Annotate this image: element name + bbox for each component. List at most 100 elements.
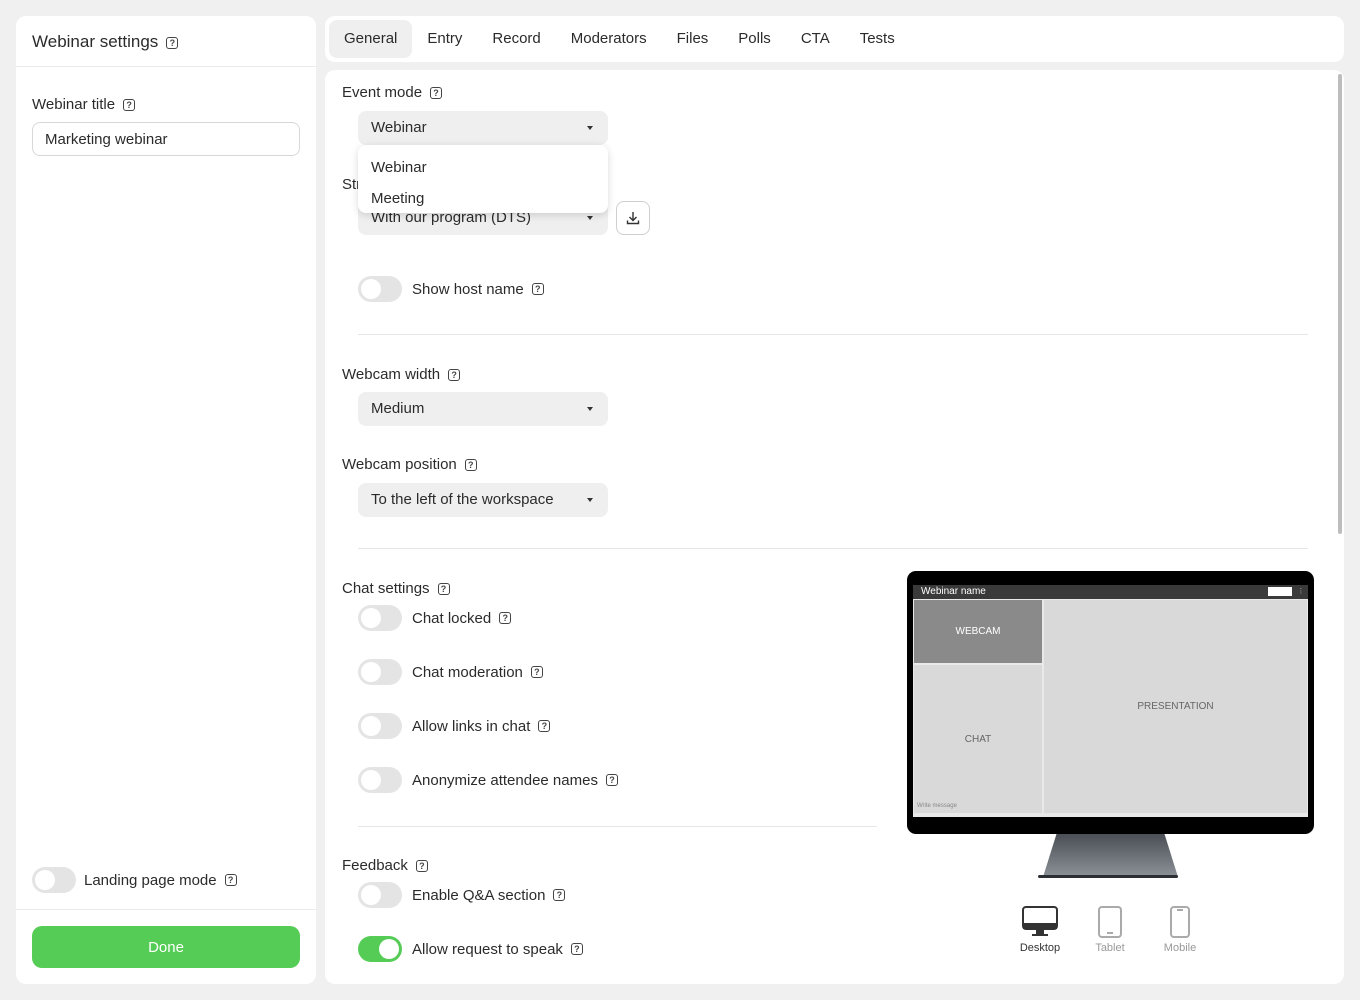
monitor-base bbox=[1038, 875, 1178, 878]
desktop-icon bbox=[1022, 906, 1058, 936]
event-mode-dropdown: Webinar Meeting bbox=[358, 145, 608, 213]
allow-links-label: Allow links in chat bbox=[412, 717, 531, 735]
help-icon[interactable]: ? bbox=[605, 774, 618, 786]
landing-page-mode-toggle[interactable] bbox=[32, 867, 76, 893]
landing-page-mode-row: Landing page mode? bbox=[32, 867, 237, 893]
webcam-width-select[interactable]: Medium bbox=[358, 392, 608, 426]
dropdown-option-webinar[interactable]: Webinar bbox=[358, 152, 608, 183]
device-desktop[interactable]: Desktop bbox=[1010, 906, 1070, 954]
webinar-title-label-row: Webinar title? bbox=[32, 96, 300, 113]
request-speak-label: Allow request to speak bbox=[412, 940, 563, 958]
allow-links-toggle[interactable] bbox=[358, 713, 402, 739]
device-desktop-label: Desktop bbox=[1019, 942, 1061, 954]
landing-page-mode-label: Landing page mode bbox=[84, 871, 217, 889]
chat-locked-toggle[interactable] bbox=[358, 605, 402, 631]
event-mode-label-row: Event mode? bbox=[342, 84, 443, 101]
help-icon[interactable]: ? bbox=[166, 36, 179, 49]
device-tablet[interactable]: Tablet bbox=[1080, 906, 1140, 954]
help-icon[interactable]: ? bbox=[499, 612, 512, 624]
webcam-position-label: Webcam position bbox=[342, 456, 457, 473]
help-icon[interactable]: ? bbox=[464, 459, 477, 472]
show-host-name-label: Show host name bbox=[412, 280, 524, 298]
page-title: Webinar settings bbox=[32, 32, 159, 51]
anonymize-row: Anonymize attendee names? bbox=[358, 767, 618, 793]
chat-locked-row: Chat locked? bbox=[358, 605, 512, 631]
caret-down-icon bbox=[587, 126, 593, 130]
tablet-icon bbox=[1098, 906, 1122, 938]
device-tablet-label: Tablet bbox=[1095, 942, 1125, 954]
settings-sidebar: Webinar settings? Webinar title? Landing… bbox=[16, 16, 316, 984]
caret-down-icon bbox=[587, 498, 593, 502]
tab-entry[interactable]: Entry bbox=[412, 20, 477, 58]
sidebar-divider bbox=[16, 909, 316, 910]
layout-preview-monitor: Webinar name ⋮ WEBCAM CHAT Write message… bbox=[907, 571, 1314, 834]
preview-webcam-pane: WEBCAM bbox=[914, 600, 1042, 663]
show-host-name-toggle[interactable] bbox=[358, 276, 402, 302]
webcam-position-value: To the left of the workspace bbox=[371, 491, 554, 508]
tab-polls[interactable]: Polls bbox=[723, 20, 786, 58]
webcam-width-label: Webcam width bbox=[342, 366, 441, 383]
webcam-position-label-row: Webcam position? bbox=[342, 456, 477, 473]
chat-moderation-row: Chat moderation? bbox=[358, 659, 543, 685]
help-icon[interactable]: ? bbox=[123, 99, 136, 112]
help-icon[interactable]: ? bbox=[570, 943, 583, 955]
preview-header-button bbox=[1268, 587, 1292, 596]
help-icon[interactable]: ? bbox=[430, 87, 443, 100]
event-mode-value: Webinar bbox=[371, 119, 427, 136]
chat-moderation-label: Chat moderation bbox=[412, 663, 523, 681]
allow-links-row: Allow links in chat? bbox=[358, 713, 551, 739]
preview-chat-pane: CHAT Write message bbox=[914, 665, 1042, 813]
preview-write-message: Write message bbox=[917, 803, 957, 809]
help-icon[interactable]: ? bbox=[531, 283, 544, 295]
preview-presentation-pane: PRESENTATION bbox=[1044, 600, 1307, 813]
mobile-icon bbox=[1170, 906, 1190, 938]
help-icon[interactable]: ? bbox=[415, 860, 428, 873]
webcam-position-select[interactable]: To the left of the workspace bbox=[358, 483, 608, 517]
help-icon[interactable]: ? bbox=[553, 889, 566, 901]
webcam-width-label-row: Webcam width? bbox=[342, 366, 461, 383]
webinar-title-label: Webinar title bbox=[32, 96, 116, 113]
enable-qa-toggle[interactable] bbox=[358, 882, 402, 908]
preview-chat-label: CHAT bbox=[964, 733, 992, 745]
preview-screen: Webinar name ⋮ WEBCAM CHAT Write message… bbox=[913, 585, 1308, 817]
enable-qa-label: Enable Q&A section bbox=[412, 886, 546, 904]
chat-moderation-toggle[interactable] bbox=[358, 659, 402, 685]
done-button[interactable]: Done bbox=[32, 926, 300, 968]
tab-general[interactable]: General bbox=[329, 20, 413, 58]
preview-webinar-name: Webinar name bbox=[913, 585, 1308, 599]
chat-locked-label: Chat locked bbox=[412, 609, 492, 627]
monitor-stand bbox=[1043, 834, 1178, 877]
device-mobile[interactable]: Mobile bbox=[1150, 906, 1210, 954]
feedback-label: Feedback bbox=[342, 857, 408, 874]
webinar-title-input[interactable] bbox=[32, 122, 300, 156]
preview-menu-icon: ⋮ bbox=[1297, 588, 1305, 595]
download-button[interactable] bbox=[616, 201, 650, 235]
dropdown-option-meeting[interactable]: Meeting bbox=[358, 183, 608, 214]
anonymize-toggle[interactable] bbox=[358, 767, 402, 793]
settings-tabs: General Entry Record Moderators Files Po… bbox=[325, 16, 1344, 62]
help-icon[interactable]: ? bbox=[530, 666, 543, 678]
divider bbox=[358, 334, 1308, 335]
event-mode-select[interactable]: Webinar bbox=[358, 111, 608, 145]
tab-moderators[interactable]: Moderators bbox=[556, 20, 662, 58]
caret-down-icon bbox=[587, 216, 593, 220]
tab-files[interactable]: Files bbox=[662, 20, 724, 58]
divider bbox=[358, 548, 1308, 549]
anonymize-label: Anonymize attendee names bbox=[412, 771, 598, 789]
enable-qa-row: Enable Q&A section? bbox=[358, 882, 566, 908]
tab-record[interactable]: Record bbox=[477, 20, 555, 58]
help-icon[interactable]: ? bbox=[538, 720, 551, 732]
scrollbar[interactable] bbox=[1338, 74, 1342, 534]
feedback-label-row: Feedback? bbox=[342, 857, 428, 874]
download-icon bbox=[626, 212, 640, 225]
help-icon[interactable]: ? bbox=[437, 583, 450, 596]
show-host-name-row: Show host name? bbox=[358, 276, 544, 302]
tab-tests[interactable]: Tests bbox=[845, 20, 910, 58]
device-mobile-label: Mobile bbox=[1163, 942, 1197, 954]
help-icon[interactable]: ? bbox=[448, 369, 461, 382]
tab-cta[interactable]: CTA bbox=[786, 20, 845, 58]
request-speak-row: Allow request to speak? bbox=[358, 936, 583, 962]
request-speak-toggle[interactable] bbox=[358, 936, 402, 962]
general-settings-panel: Event mode? Webinar Str With our program… bbox=[325, 70, 1344, 984]
help-icon[interactable]: ? bbox=[224, 874, 237, 886]
